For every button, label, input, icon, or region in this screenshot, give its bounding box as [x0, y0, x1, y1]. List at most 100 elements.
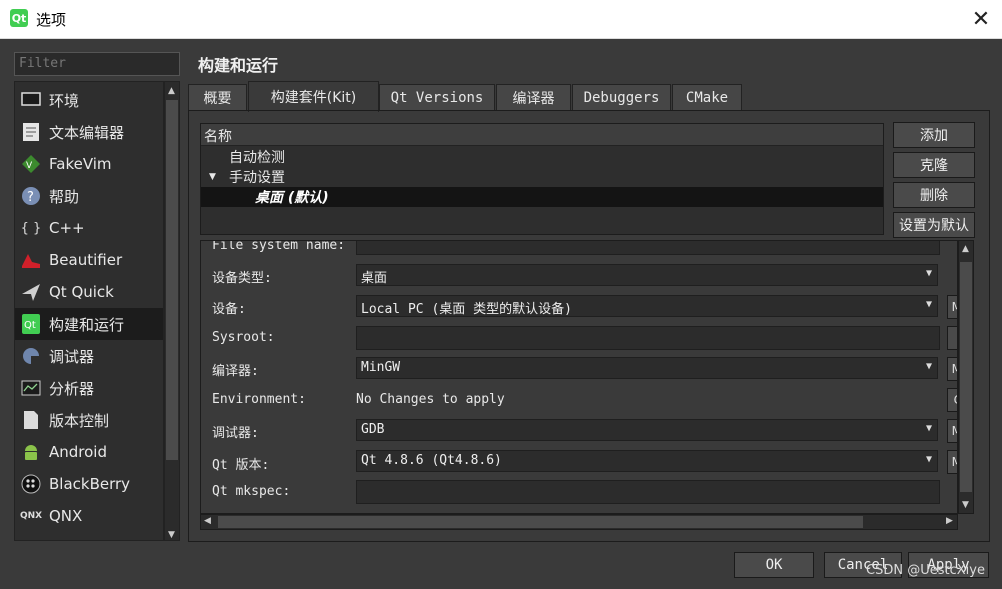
tree-item-manual[interactable]: ▼ 手动设置: [201, 167, 883, 187]
compiler-value: MinGW: [361, 360, 401, 375]
sidebar-item-label: 调试器: [49, 347, 95, 366]
svg-text:V: V: [26, 161, 33, 171]
tab-cmake[interactable]: CMake: [672, 84, 742, 111]
scroll-right-arrow-icon[interactable]: ▶: [946, 516, 953, 526]
sidebar-item-cpp[interactable]: { } C++: [15, 212, 163, 244]
sidebar-item-devices[interactable]: 设备: [15, 532, 163, 541]
sidebar-item-analyzer[interactable]: 分析器: [15, 372, 163, 404]
browse-sysroot-button[interactable]: [947, 326, 957, 350]
scroll-up-arrow-icon[interactable]: ▲: [962, 244, 969, 254]
device-value: Local PC (桌面 类型的默认设备): [361, 302, 572, 317]
qt-version-select[interactable]: Qt 4.8.6 (Qt4.8.6) ▼: [356, 450, 938, 472]
chevron-down-icon: ▼: [925, 299, 932, 310]
sidebar-item-qnx[interactable]: QNX QNX: [15, 500, 163, 532]
add-button[interactable]: 添加: [893, 122, 975, 148]
page-title: 构建和运行: [198, 56, 279, 75]
close-icon[interactable]: ✕: [960, 0, 1002, 38]
chevron-down-icon: ▼: [925, 361, 932, 372]
tree-item-label: 自动检测: [229, 150, 285, 166]
chevron-down-icon: ▼: [925, 454, 932, 465]
scroll-down-arrow-icon[interactable]: ▼: [962, 500, 969, 510]
sysroot-input[interactable]: [356, 326, 940, 350]
monitor-icon: [20, 89, 42, 111]
sidebar-item-environment[interactable]: 环境: [15, 84, 163, 116]
form-vertical-scrollbar-thumb[interactable]: [960, 262, 972, 492]
manage-qt-version-button[interactable]: M: [947, 450, 957, 474]
sidebar-item-label: Qt Quick: [49, 283, 114, 301]
analyzer-icon: [20, 377, 42, 399]
sidebar-item-label: BlackBerry: [49, 475, 131, 493]
sidebar-item-text-editor[interactable]: 文本编辑器: [15, 116, 163, 148]
vim-icon: V: [20, 153, 42, 175]
sidebar-list: 环境 文本编辑器 V FakeVim ? 帮助 { } C++ Beautifi…: [14, 81, 164, 541]
device-type-value: 桌面: [361, 271, 388, 286]
sidebar-item-label: 文本编辑器: [49, 123, 125, 142]
sidebar-item-debugger[interactable]: 调试器: [15, 340, 163, 372]
device-type-select[interactable]: 桌面 ▼: [356, 264, 938, 286]
sidebar-scrollbar-thumb[interactable]: [166, 100, 178, 460]
chevron-down-icon: ▼: [925, 268, 932, 279]
sidebar-item-label: 帮助: [49, 187, 80, 206]
file-system-input[interactable]: [356, 241, 940, 255]
sidebar-item-label: 分析器: [49, 379, 95, 398]
sidebar-item-label: QNX: [49, 507, 83, 525]
chevron-down-icon[interactable]: ▼: [209, 172, 229, 182]
manage-debugger-button[interactable]: M: [947, 419, 957, 443]
sidebar-item-help[interactable]: ? 帮助: [15, 180, 163, 212]
sidebar-item-label: 构建和运行: [49, 315, 125, 334]
blackberry-icon: [20, 473, 42, 495]
form-horizontal-scrollbar-thumb[interactable]: [218, 516, 863, 528]
braces-icon: { }: [20, 220, 42, 236]
compiler-select[interactable]: MinGW ▼: [356, 357, 938, 379]
file-system-label: File system name:: [212, 240, 346, 253]
device-icon: [20, 537, 42, 540]
sysroot-label: Sysroot:: [212, 330, 275, 345]
tree-item-desktop-kit[interactable]: 桌面 (默认): [201, 187, 883, 207]
tree-item-auto[interactable]: 自动检测: [201, 147, 883, 167]
make-default-button[interactable]: 设置为默认: [893, 212, 975, 238]
compiler-label: 编译器:: [212, 364, 259, 379]
help-icon: ?: [20, 185, 42, 207]
sidebar-item-build-run[interactable]: Qt 构建和运行: [15, 308, 163, 340]
debugger-select[interactable]: GDB ▼: [356, 419, 938, 441]
sidebar-item-label: Beautifier: [49, 251, 123, 269]
sidebar-item-android[interactable]: Android: [15, 436, 163, 468]
tab-qt-versions[interactable]: Qt Versions: [379, 84, 495, 111]
tree-header-name: 名称: [201, 124, 883, 146]
debugger-label: 调试器:: [212, 426, 259, 441]
tab-debuggers[interactable]: Debuggers: [572, 84, 671, 111]
qt-version-label: Qt 版本:: [212, 458, 270, 473]
document-icon: [20, 409, 42, 431]
qt-version-value: Qt 4.8.6 (Qt4.8.6): [361, 453, 502, 468]
sidebar-item-label: 环境: [49, 91, 80, 110]
sidebar-item-qt-quick[interactable]: Qt Quick: [15, 276, 163, 308]
change-environment-button[interactable]: C: [947, 388, 957, 412]
device-select[interactable]: Local PC (桌面 类型的默认设备) ▼: [356, 295, 938, 317]
window-title: 选项: [36, 11, 67, 29]
scroll-up-arrow-icon[interactable]: ▲: [168, 86, 175, 96]
tree-item-label: 桌面 (默认): [255, 190, 329, 206]
tab-compilers[interactable]: 编译器: [496, 84, 571, 111]
qnx-icon: QNX: [19, 511, 43, 521]
manage-compiler-button[interactable]: M: [947, 357, 957, 381]
qt-mkspec-input[interactable]: [356, 480, 940, 504]
sidebar-item-beautifier[interactable]: Beautifier: [15, 244, 163, 276]
scroll-left-arrow-icon[interactable]: ◀: [204, 516, 211, 526]
sidebar-item-version-control[interactable]: 版本控制: [15, 404, 163, 436]
clone-button[interactable]: 克隆: [893, 152, 975, 178]
sidebar-item-fakevim[interactable]: V FakeVim: [15, 148, 163, 180]
qt-app-icon: Qt: [10, 9, 28, 27]
environment-value: No Changes to apply: [356, 392, 505, 407]
sidebar-item-label: Android: [49, 443, 107, 461]
tab-overview[interactable]: 概要: [188, 84, 247, 111]
filter-input[interactable]: Filter: [14, 52, 180, 76]
bug-icon: [20, 345, 42, 367]
delete-button[interactable]: 删除: [893, 182, 975, 208]
manage-device-button[interactable]: M: [947, 295, 957, 319]
tab-kits[interactable]: 构建套件(Kit): [248, 81, 379, 112]
text-editor-icon: [20, 121, 42, 143]
sidebar-item-blackberry[interactable]: BlackBerry: [15, 468, 163, 500]
ok-button[interactable]: OK: [734, 552, 814, 578]
qt-mkspec-label: Qt mkspec:: [212, 484, 291, 499]
scroll-down-arrow-icon[interactable]: ▼: [168, 530, 175, 540]
